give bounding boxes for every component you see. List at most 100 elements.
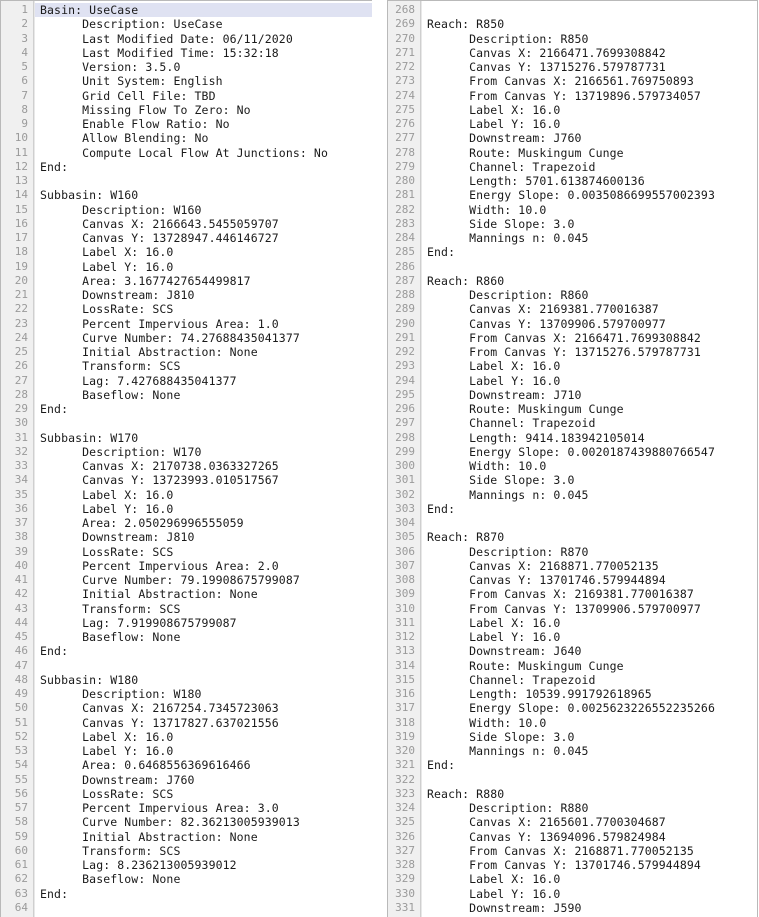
code-line[interactable]: End:	[421, 758, 757, 772]
code-line[interactable]: Label Y: 16.0	[421, 630, 757, 644]
code-line[interactable]: Label Y: 16.0	[421, 374, 757, 388]
code-line[interactable]: Subbasin: W170	[34, 431, 372, 445]
code-line[interactable]: Canvas Y: 13694096.579824984	[421, 830, 757, 844]
code-line[interactable]: Area: 0.6468556369616466	[34, 758, 372, 772]
code-line[interactable]: From Canvas Y: 13715276.579787731	[421, 345, 757, 359]
code-line[interactable]: Baseflow: None	[34, 388, 372, 402]
code-line[interactable]: Side Slope: 3.0	[421, 730, 757, 744]
code-line[interactable]: Downstream: J810	[34, 288, 372, 302]
code-line[interactable]: Length: 10539.991792618965	[421, 687, 757, 701]
code-line[interactable]: Length: 5701.613874600136	[421, 174, 757, 188]
code-line[interactable]: From Canvas Y: 13709906.579700977	[421, 602, 757, 616]
code-line[interactable]: Canvas Y: 13715276.579787731	[421, 60, 757, 74]
code-line[interactable]: Label X: 16.0	[34, 245, 372, 259]
code-line[interactable]: Canvas X: 2170738.0363327265	[34, 459, 372, 473]
code-line[interactable]: Description: R870	[421, 545, 757, 559]
code-line[interactable]: Last Modified Date: 06/11/2020	[34, 32, 372, 46]
code-line[interactable]: Label Y: 16.0	[421, 117, 757, 131]
code-line[interactable]: Route: Muskingum Cunge	[421, 659, 757, 673]
code-line[interactable]	[34, 416, 372, 430]
code-line[interactable]: Mannings n: 0.045	[421, 744, 757, 758]
right-code-area[interactable]: Reach: R850 Description: R850 Canvas X: …	[421, 1, 757, 917]
right-text-pane[interactable]: 268 269 270 271 272 273 274 275 276 277 278 279 280 2…	[387, 0, 758, 917]
code-line[interactable]: Route: Muskingum Cunge	[421, 146, 757, 160]
code-line[interactable]: Percent Impervious Area: 2.0	[34, 559, 372, 573]
code-line[interactable]	[421, 773, 757, 787]
code-line[interactable]: Width: 10.0	[421, 459, 757, 473]
code-line[interactable]: Label X: 16.0	[421, 872, 757, 886]
code-line[interactable]: Channel: Trapezoid	[421, 160, 757, 174]
code-line[interactable]: Lag: 7.919908675799087	[34, 616, 372, 630]
code-line[interactable]: Unit System: English	[34, 74, 372, 88]
code-line[interactable]: Lag: 8.236213005939012	[34, 858, 372, 872]
code-line[interactable]: Percent Impervious Area: 1.0	[34, 317, 372, 331]
code-line[interactable]: Subbasin: W180	[34, 673, 372, 687]
code-line[interactable]: Canvas Y: 13701746.579944894	[421, 573, 757, 587]
code-line[interactable]: Canvas Y: 13723993.010517567	[34, 473, 372, 487]
code-line[interactable]: LossRate: SCS	[34, 545, 372, 559]
code-line[interactable]: Curve Number: 79.19908675799087	[34, 573, 372, 587]
code-line[interactable]: Description: R860	[421, 288, 757, 302]
code-line[interactable]: Allow Blending: No	[34, 131, 372, 145]
code-line[interactable]: Downstream: J590	[421, 901, 757, 915]
left-text-pane[interactable]: 1 2 3 4 5 6 7 8 9 10 11 12 13 14 15 16 17 18 19 20 21 22 23 24 2…	[0, 0, 372, 917]
code-line[interactable]: Transform: SCS	[34, 844, 372, 858]
code-line[interactable]: Description: R850	[421, 32, 757, 46]
code-line[interactable]: Last Modified Time: 15:32:18	[34, 46, 372, 60]
code-line[interactable]: From Canvas X: 2166471.7699308842	[421, 331, 757, 345]
left-code-area[interactable]: Basin: UseCase Description: UseCase Last…	[34, 1, 372, 917]
code-line[interactable]: Missing Flow To Zero: No	[34, 103, 372, 117]
code-line[interactable]: Label X: 16.0	[421, 359, 757, 373]
code-line[interactable]: Energy Slope: 0.0020187439880766547	[421, 445, 757, 459]
code-line[interactable]: Subbasin: W160	[34, 188, 372, 202]
code-line[interactable]: Curve Number: 74.27688435041377	[34, 331, 372, 345]
code-line[interactable]: Label Y: 16.0	[34, 744, 372, 758]
code-line[interactable]: Width: 10.0	[421, 203, 757, 217]
code-line[interactable]	[34, 901, 372, 915]
code-line[interactable]: End:	[34, 160, 372, 174]
code-line[interactable]: Description: W160	[34, 203, 372, 217]
code-line[interactable]: Label Y: 16.0	[34, 260, 372, 274]
code-line[interactable]: Reach: R850	[421, 17, 757, 31]
code-line[interactable]	[34, 659, 372, 673]
code-line[interactable]: Mannings n: 0.045	[421, 488, 757, 502]
code-line[interactable]: Downstream: J760	[34, 773, 372, 787]
code-line[interactable]: Side Slope: 3.0	[421, 217, 757, 231]
code-line[interactable]: From Canvas X: 2166561.769750893	[421, 74, 757, 88]
code-line[interactable]: Label Y: 16.0	[34, 502, 372, 516]
code-line[interactable]: Enable Flow Ratio: No	[34, 117, 372, 131]
code-line[interactable]: From Canvas X: 2168871.770052135	[421, 844, 757, 858]
code-line[interactable]: Energy Slope: 0.0035086699557002393	[421, 188, 757, 202]
code-line[interactable]: LossRate: SCS	[34, 787, 372, 801]
code-line[interactable]: From Canvas Y: 13719896.579734057	[421, 89, 757, 103]
code-line[interactable]: From Canvas Y: 13701746.579944894	[421, 858, 757, 872]
code-line[interactable]: Downstream: J710	[421, 388, 757, 402]
code-line[interactable]: Area: 3.1677427654499817	[34, 274, 372, 288]
code-line[interactable]: Channel: Trapezoid	[421, 673, 757, 687]
code-line[interactable]: Downstream: J810	[34, 530, 372, 544]
code-line[interactable]: End:	[34, 644, 372, 658]
code-line[interactable]: Canvas X: 2168871.770052135	[421, 559, 757, 573]
code-line[interactable]	[34, 174, 372, 188]
code-line[interactable]: Length: 9414.183942105014	[421, 431, 757, 445]
code-line[interactable]: Transform: SCS	[34, 359, 372, 373]
code-line[interactable]: Description: R880	[421, 801, 757, 815]
code-line[interactable]: Label X: 16.0	[34, 730, 372, 744]
code-line[interactable]: Canvas Y: 13728947.446146727	[34, 231, 372, 245]
code-line[interactable]: Curve Number: 82.36213005939013	[34, 815, 372, 829]
code-line[interactable]: Energy Slope: 0.0025623226552235266	[421, 701, 757, 715]
code-line[interactable]: Transform: SCS	[34, 602, 372, 616]
code-line[interactable]: Downstream: J640	[421, 644, 757, 658]
code-line[interactable]: From Canvas X: 2169381.770016387	[421, 587, 757, 601]
code-line[interactable]: Description: W180	[34, 687, 372, 701]
code-line[interactable]: Label Y: 16.0	[421, 887, 757, 901]
code-line[interactable]: Channel: Trapezoid	[421, 416, 757, 430]
code-line[interactable]: End:	[34, 402, 372, 416]
code-line[interactable]: Canvas Y: 13717827.637021556	[34, 716, 372, 730]
code-line[interactable]: Reach: R880	[421, 787, 757, 801]
code-line[interactable]: Basin: UseCase	[34, 3, 372, 18]
code-line[interactable]: Version: 3.5.0	[34, 60, 372, 74]
code-line[interactable]: End:	[421, 502, 757, 516]
code-line[interactable]: Route: Muskingum Cunge	[421, 402, 757, 416]
code-line[interactable]: Compute Local Flow At Junctions: No	[34, 146, 372, 160]
